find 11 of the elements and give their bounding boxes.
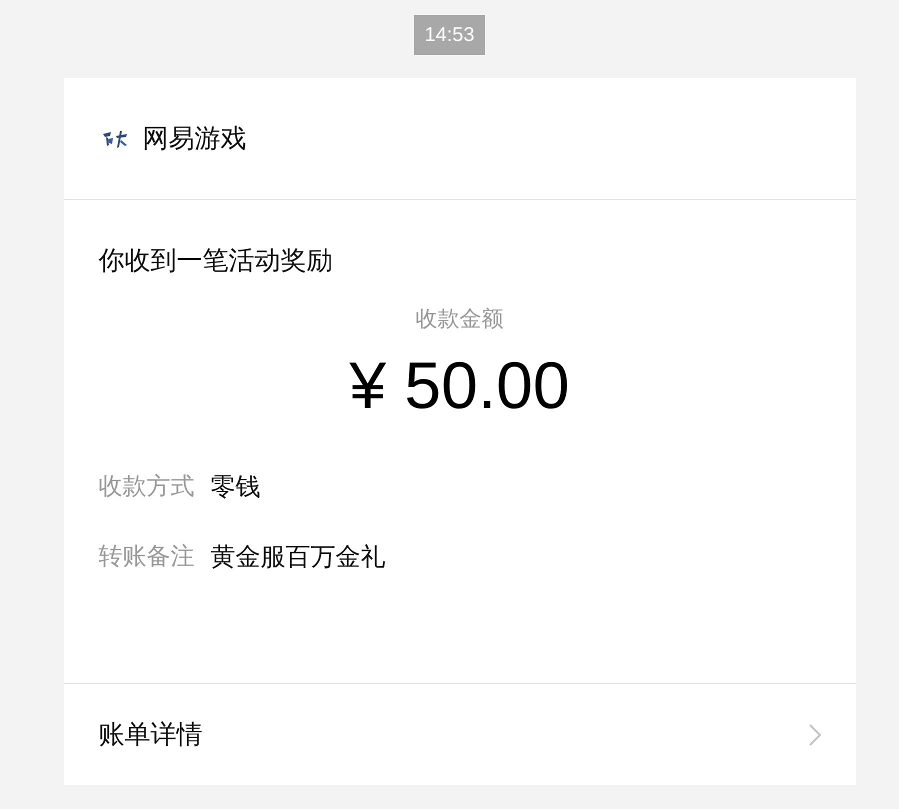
field-label: 转账备注	[98, 542, 194, 572]
chevron-right-icon	[808, 724, 820, 746]
notice-title: 你收到一笔活动奖励	[98, 244, 334, 277]
amount: ¥ 50.00	[349, 347, 570, 424]
amount-label: 收款金额	[416, 305, 504, 333]
timestamp: 14:53	[414, 15, 485, 55]
bill-details-link[interactable]: 账单详情	[64, 683, 856, 785]
sender-name: 网易游戏	[142, 122, 246, 155]
field-value: 黄金服百万金礼	[210, 542, 386, 573]
field-label: 收款方式	[98, 472, 194, 502]
field-value: 零钱	[210, 472, 260, 503]
